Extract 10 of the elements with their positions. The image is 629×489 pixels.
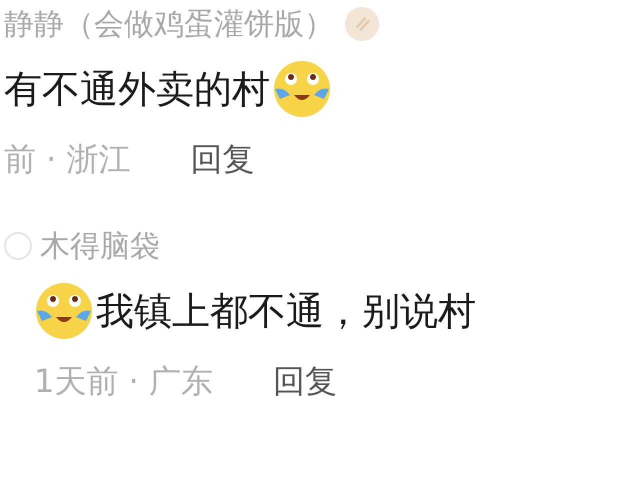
comment-text: 我镇上都不通，别说村: [96, 288, 476, 334]
badge-icon: [344, 6, 380, 42]
comment-text: 有不通外卖的村: [4, 66, 270, 112]
reply-link[interactable]: 回复: [272, 360, 337, 404]
time-location: 前 · 浙江: [4, 139, 131, 180]
reply-link[interactable]: 回复: [190, 138, 255, 182]
crying-laughing-emoji-icon: [272, 59, 332, 119]
avatar-icon[interactable]: [4, 232, 32, 260]
crying-laughing-emoji-icon: [34, 281, 94, 341]
time-location: 1天前 · 广东: [34, 361, 213, 402]
